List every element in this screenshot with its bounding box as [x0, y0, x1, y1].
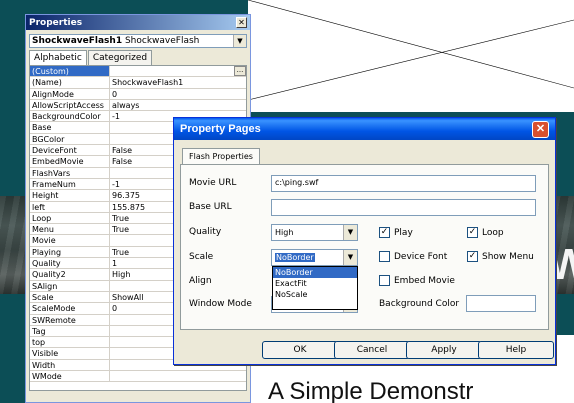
property-name: Height	[30, 190, 110, 201]
property-name: WMode	[30, 371, 110, 382]
properties-title: Properties	[29, 17, 83, 28]
property-name: Movie	[30, 235, 110, 246]
scale-label: Scale	[189, 252, 214, 262]
object-name: ShockwaveFlash1	[32, 36, 123, 46]
property-name: FrameNum	[30, 178, 110, 190]
object-type: ShockwaveFlash	[124, 36, 200, 46]
ok-button[interactable]: OK	[262, 341, 338, 359]
loop-checkbox[interactable]: ✓ Loop	[467, 227, 504, 238]
property-name: (Custom)	[30, 66, 110, 77]
property-name: SAlign	[30, 280, 110, 291]
movie-url-input[interactable]: c:\ping.swf	[271, 175, 536, 192]
property-name: Tag	[30, 325, 110, 337]
scale-option[interactable]: ExactFit	[273, 278, 357, 289]
property-name: AlignMode	[30, 88, 110, 99]
property-value[interactable]: ...	[110, 66, 246, 76]
play-checkbox[interactable]: ✓ Play	[379, 227, 413, 238]
play-check-box[interactable]: ✓	[379, 227, 390, 238]
embed-movie-checkbox[interactable]: Embed Movie	[379, 275, 455, 286]
property-name: Quality	[30, 258, 110, 269]
chevron-down-icon[interactable]: ▼	[343, 250, 357, 265]
scale-value: NoBorder	[275, 253, 315, 262]
scale-option[interactable]: NoBorder	[273, 267, 357, 278]
close-icon[interactable]: ✕	[236, 17, 247, 28]
show-menu-check-box[interactable]: ✓	[467, 251, 478, 262]
cancel-button[interactable]: Cancel	[334, 341, 410, 359]
embed-movie-check-box[interactable]	[379, 275, 390, 286]
property-name: (Name)	[30, 77, 110, 88]
object-selector[interactable]: ShockwaveFlash1 ShockwaveFlash ▼	[29, 34, 247, 48]
property-pages-dialog: Property Pages ✕ Flash Properties Movie …	[173, 117, 556, 365]
show-menu-checkbox[interactable]: ✓ Show Menu	[467, 251, 534, 262]
properties-titlebar[interactable]: Properties ✕	[26, 15, 250, 30]
placeholder-cross	[248, 0, 574, 101]
chevron-down-icon[interactable]: ▼	[343, 225, 357, 240]
property-row[interactable]: AlignMode 0	[30, 88, 246, 100]
align-label: Align	[189, 276, 212, 286]
loop-check-box[interactable]: ✓	[467, 227, 478, 238]
scale-option[interactable]: NoScale	[273, 289, 357, 300]
quality-value: High	[275, 228, 294, 237]
background-color-label: Background Color	[379, 299, 460, 309]
property-row[interactable]: (Custom)...	[30, 66, 246, 78]
property-row[interactable]: AllowScriptAccess always	[30, 99, 246, 112]
scale-select[interactable]: NoBorder ▼	[271, 249, 358, 266]
property-row[interactable]: (Name) ShockwaveFlash1	[30, 77, 246, 89]
quality-select[interactable]: High ▼	[271, 224, 358, 241]
property-name: EmbedMovie	[30, 156, 110, 167]
property-name: Loop	[30, 212, 110, 224]
property-name: Quality2	[30, 269, 110, 280]
property-name: FlashVars	[30, 167, 110, 178]
device-font-check-box[interactable]	[379, 251, 390, 262]
property-value[interactable]: always	[110, 100, 246, 110]
property-value[interactable]	[110, 371, 246, 381]
close-icon[interactable]: ✕	[532, 120, 549, 138]
property-name: Width	[30, 359, 110, 371]
property-name: Playing	[30, 246, 110, 258]
demo-caption: A Simple Demonstr	[268, 378, 474, 403]
background-color-input[interactable]	[466, 295, 536, 312]
property-name: BGColor	[30, 133, 110, 145]
property-name: DeviceFont	[30, 145, 110, 156]
ellipsis-button[interactable]: ...	[234, 66, 246, 76]
property-value[interactable]: 0	[110, 89, 246, 99]
property-name: Scale	[30, 291, 110, 303]
property-name: AllowScriptAccess	[30, 99, 110, 111]
property-name: Visible	[30, 348, 110, 359]
property-name: SWRemote	[30, 314, 110, 325]
property-name: Menu	[30, 224, 110, 235]
window-mode-label: Window Mode	[189, 299, 252, 309]
property-name: top	[30, 337, 110, 348]
base-url-label: Base URL	[189, 202, 232, 212]
properties-tabs: Alphabetic Categorized	[29, 50, 247, 65]
quality-label: Quality	[189, 227, 222, 237]
dialog-title: Property Pages	[180, 123, 261, 135]
dialog-titlebar[interactable]: Property Pages ✕	[174, 118, 555, 140]
property-name: BackgroundColor	[30, 111, 110, 122]
tab-categorized[interactable]: Categorized	[87, 50, 153, 65]
scale-dropdown-list: NoBorder ExactFit NoScale	[272, 266, 358, 310]
chevron-down-icon[interactable]: ▼	[233, 35, 246, 47]
device-font-checkbox[interactable]: Device Font	[379, 251, 447, 262]
flash-properties-panel: Movie URL c:\ping.swf Base URL Quality H…	[180, 164, 549, 330]
help-button[interactable]: Help	[478, 341, 554, 359]
property-row[interactable]: WMode	[30, 371, 246, 383]
property-name: Base	[30, 122, 110, 133]
property-value[interactable]: ShockwaveFlash1	[110, 77, 246, 87]
tab-alphabetic[interactable]: Alphabetic	[29, 50, 87, 65]
base-url-input[interactable]	[271, 199, 536, 216]
property-name: ScaleMode	[30, 303, 110, 314]
tab-flash-properties[interactable]: Flash Properties	[182, 148, 260, 164]
apply-button[interactable]: Apply	[406, 341, 482, 359]
movie-url-label: Movie URL	[189, 178, 237, 188]
property-name: left	[30, 201, 110, 212]
